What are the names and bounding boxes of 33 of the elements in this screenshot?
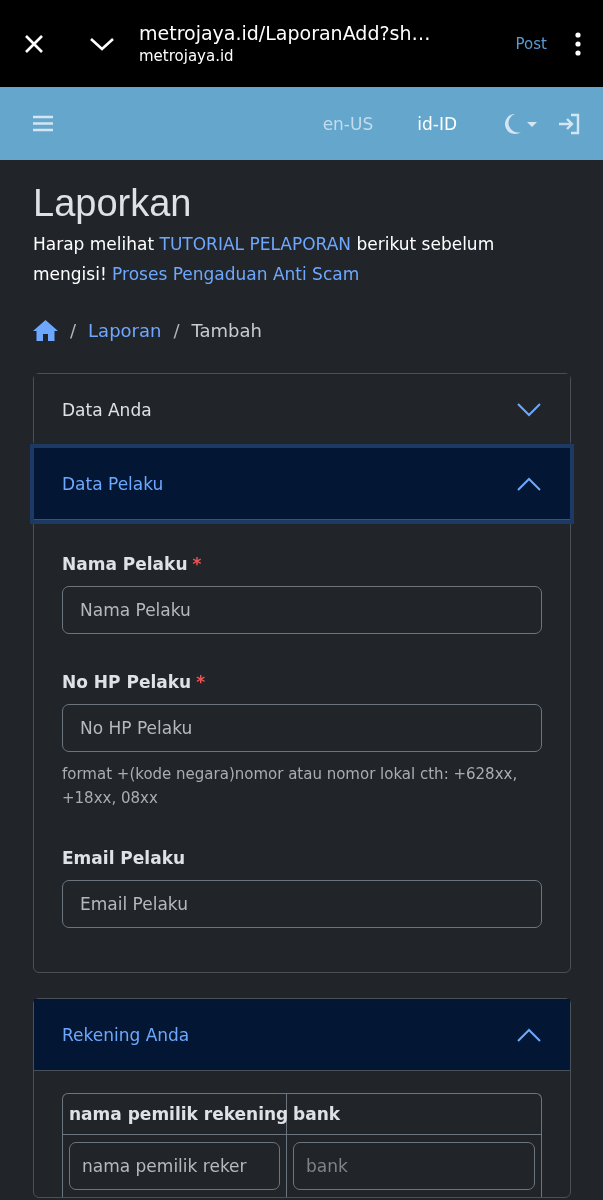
accordion-header[interactable]: Rekening Anda	[34, 999, 570, 1071]
intro-text: Harap melihat TUTORIAL PELAPORAN berikut sebelum mengisi! Proses Pengaduan Anti Scam	[33, 233, 496, 286]
breadcrumb-current: Tambah	[191, 319, 262, 341]
help-text: format +(kode negara)nomor atau nomor lokal cth: +628xx, +18xx, 08xx	[62, 764, 519, 809]
column-header: nama pemilik rekening	[63, 1094, 287, 1134]
intro-link[interactable]: Proses Pengaduan Anti Scam	[112, 264, 360, 284]
column-header: bank	[292, 1103, 342, 1126]
breadcrumb-link[interactable]: Laporan	[88, 319, 162, 341]
chevron-down-icon[interactable]	[89, 35, 115, 52]
page-url: metrojaya.id/LaporanAdd?sh…	[139, 22, 432, 44]
home-icon[interactable]	[33, 319, 58, 341]
post-button[interactable]: Post	[515, 34, 547, 53]
close-icon[interactable]	[23, 32, 45, 55]
page-domain: metrojaya.id	[139, 47, 235, 65]
intro-link[interactable]: TUTORIAL PELAPORAN	[159, 234, 352, 254]
breadcrumb-separator: /	[70, 319, 77, 341]
input-field[interactable]: Nama Pelaku	[62, 586, 542, 634]
field-label: No HP Pelaku	[62, 672, 192, 692]
required-asterisk: *	[196, 672, 206, 692]
field-label: Email Pelaku	[62, 848, 186, 868]
required-asterisk: *	[192, 554, 202, 574]
input-field[interactable]: No HP Pelaku	[62, 704, 542, 752]
chevron-icon	[517, 402, 541, 417]
chevron-icon	[517, 1027, 541, 1042]
chevron-icon	[517, 476, 541, 491]
page-title: Laporkan	[33, 182, 193, 225]
input-field[interactable]: nama pemilik reker	[69, 1142, 280, 1190]
field-label: Nama Pelaku	[62, 554, 188, 574]
input-field[interactable]: Email Pelaku	[62, 880, 542, 928]
more-icon[interactable]	[575, 31, 581, 56]
accordion-header[interactable]: Data Anda	[34, 374, 570, 446]
input-field[interactable]: bank	[293, 1142, 535, 1190]
breadcrumb-separator: /	[173, 319, 180, 341]
